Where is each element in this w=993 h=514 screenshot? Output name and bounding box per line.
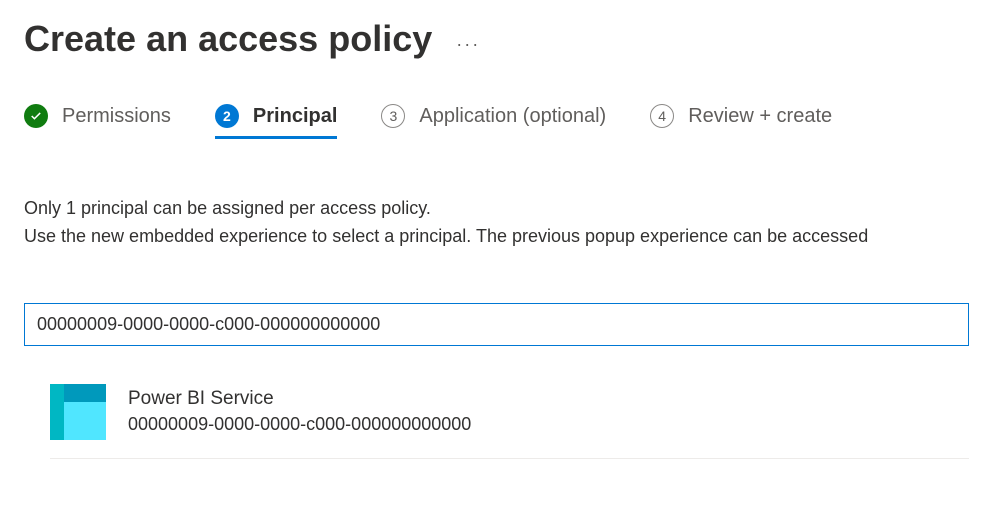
wizard-tabs: Permissions 2 Principal 3 Application (o… xyxy=(24,104,969,139)
more-actions-button[interactable]: ··· xyxy=(456,24,480,55)
description-line: Only 1 principal can be assigned per acc… xyxy=(24,195,969,223)
tab-label: Application (optional) xyxy=(419,104,606,128)
tab-label: Principal xyxy=(253,104,337,128)
result-id: 00000009-0000-0000-c000-000000000000 xyxy=(128,412,471,437)
search-results: Power BI Service 00000009-0000-0000-c000… xyxy=(24,374,969,459)
step-number-badge: 4 xyxy=(650,104,674,128)
tab-permissions[interactable]: Permissions xyxy=(24,104,171,139)
power-bi-icon xyxy=(50,384,106,440)
page-title: Create an access policy xyxy=(24,18,432,60)
tab-principal[interactable]: 2 Principal xyxy=(215,104,337,139)
tab-label: Permissions xyxy=(62,104,171,128)
result-name: Power BI Service xyxy=(128,387,471,412)
step-number-badge: 2 xyxy=(215,104,239,128)
checkmark-icon xyxy=(24,104,48,128)
principal-result-item[interactable]: Power BI Service 00000009-0000-0000-c000… xyxy=(50,374,969,459)
description-line: Use the new embedded experience to selec… xyxy=(24,223,969,251)
principal-search-input[interactable] xyxy=(24,303,969,346)
tab-review-create[interactable]: 4 Review + create xyxy=(650,104,832,139)
step-number-badge: 3 xyxy=(381,104,405,128)
tab-label: Review + create xyxy=(688,104,832,128)
principal-description: Only 1 principal can be assigned per acc… xyxy=(24,195,969,251)
tab-application[interactable]: 3 Application (optional) xyxy=(381,104,606,139)
